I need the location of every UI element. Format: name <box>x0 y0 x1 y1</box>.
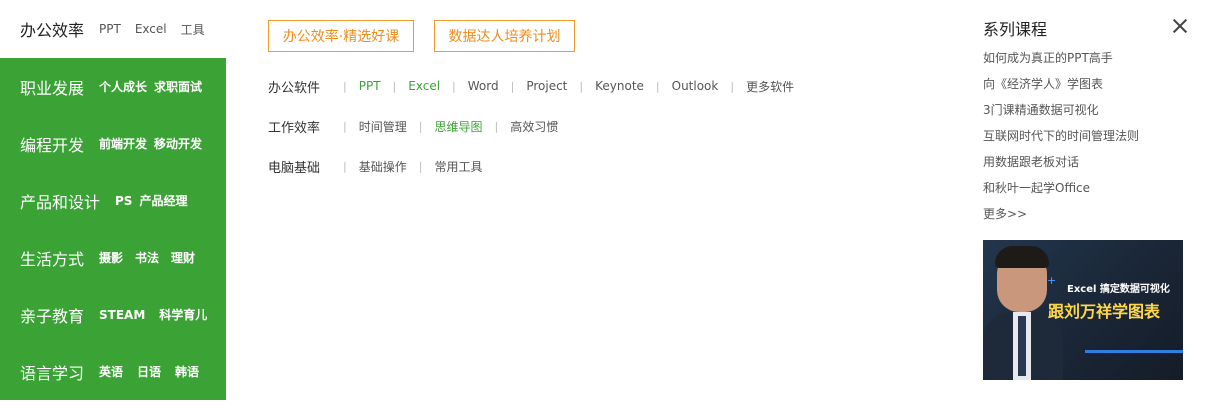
nav-sub-link[interactable]: 摄影 <box>99 249 123 266</box>
tag-button-data-plan[interactable]: 数据达人培养计划 <box>434 20 575 52</box>
row-label: 电脑基础 <box>268 160 321 176</box>
nav-sub-link[interactable]: 个人成长 <box>99 78 147 95</box>
instructor-photo <box>1018 316 1026 376</box>
nav-category-programming[interactable]: 编程开发 前端开发 移动开发 <box>0 115 226 172</box>
nav-category-active[interactable]: 办公效率 PPT Excel 工具 <box>0 0 226 58</box>
banner-caption: Excel 搞定数据可视化 <box>1067 284 1170 295</box>
separator: | <box>343 79 347 93</box>
subcategory-row: 工作效率 | 时间管理 | 思维导图 | 高效习惯 <box>268 116 570 136</box>
close-icon[interactable] <box>1170 16 1190 36</box>
separator: | <box>343 119 347 133</box>
nav-category-label: 亲子教育 <box>20 306 85 326</box>
separator: | <box>730 79 735 93</box>
link-keynote[interactable]: Keynote <box>595 79 644 93</box>
nav-sub-link[interactable]: 前端开发 <box>99 135 147 152</box>
separator: | <box>579 79 584 93</box>
link-excel[interactable]: Excel <box>408 79 440 93</box>
separator: | <box>418 159 423 173</box>
separator: | <box>392 79 397 93</box>
link-project[interactable]: Project <box>526 79 567 93</box>
nav-sub-link[interactable]: 求职面试 <box>154 78 202 95</box>
nav-sub-link[interactable]: 理财 <box>171 249 195 266</box>
course-link[interactable]: 用数据跟老板对话 <box>983 152 1139 178</box>
nav-sub-link[interactable]: Excel <box>135 22 167 36</box>
link-basic-operations[interactable]: 基础操作 <box>359 158 407 175</box>
nav-category-label: 办公效率 <box>20 21 85 40</box>
nav-category-label: 生活方式 <box>20 249 85 269</box>
nav-sub-link[interactable]: PPT <box>99 22 121 36</box>
nav-category-lifestyle[interactable]: 生活方式 摄影 书法 理财 <box>0 229 226 286</box>
nav-sub-link[interactable]: 移动开发 <box>154 135 202 152</box>
banner-stripe <box>1085 350 1183 353</box>
link-ppt[interactable]: PPT <box>359 79 381 93</box>
subcategory-row: 电脑基础 | 基础操作 | 常用工具 <box>268 156 494 176</box>
nav-sub-link[interactable]: 工具 <box>181 21 205 38</box>
instructor-photo <box>995 246 1049 268</box>
row-label: 办公软件 <box>268 80 321 96</box>
separator: | <box>343 159 347 173</box>
link-word[interactable]: Word <box>468 79 499 93</box>
nav-sub-link[interactable]: 产品经理 <box>139 192 187 209</box>
nav-category-label: 职业发展 <box>20 78 85 98</box>
link-time-management[interactable]: 时间管理 <box>359 118 407 135</box>
nav-sub-link[interactable]: 科学育儿 <box>159 306 207 323</box>
nav-sub-link[interactable]: 韩语 <box>175 363 199 380</box>
nav-category-language[interactable]: 语言学习 英语 日语 韩语 <box>0 343 226 400</box>
nav-sub-link[interactable]: 英语 <box>99 363 123 380</box>
nav-category-label: 编程开发 <box>20 135 85 155</box>
tag-button-featured[interactable]: 办公效率·精选好课 <box>268 20 414 52</box>
link-efficient-habits[interactable]: 高效习惯 <box>510 118 558 135</box>
nav-sub-link[interactable]: STEAM <box>99 308 145 322</box>
course-list: 如何成为真正的PPT高手 向《经济学人》学图表 3门课精通数据可视化 互联网时代… <box>983 48 1139 230</box>
separator: | <box>452 79 456 93</box>
link-more-software[interactable]: 更多软件 <box>746 78 794 95</box>
nav-sub-link[interactable]: 日语 <box>137 363 161 380</box>
series-title: 系列课程 <box>983 20 1048 39</box>
separator: | <box>510 79 515 93</box>
promo-banner[interactable]: + Excel 搞定数据可视化 跟刘万祥学图表 <box>983 240 1183 380</box>
separator: | <box>655 79 660 93</box>
nav-sub-link[interactable]: PS <box>115 194 132 208</box>
link-outlook[interactable]: Outlook <box>672 79 719 93</box>
row-label: 工作效率 <box>268 120 321 136</box>
subcategory-row: 办公软件 | PPT | Excel | Word | Project | Ke… <box>268 76 806 96</box>
link-mind-map[interactable]: 思维导图 <box>434 118 482 135</box>
nav-category-label: 产品和设计 <box>20 192 101 212</box>
course-link[interactable]: 如何成为真正的PPT高手 <box>983 48 1139 74</box>
nav-category-label: 语言学习 <box>20 363 85 383</box>
banner-headline: 跟刘万祥学图表 <box>1048 302 1161 321</box>
category-nav: 办公效率 PPT Excel 工具 职业发展 个人成长 求职面试 编程开发 前端… <box>0 0 226 400</box>
course-link[interactable]: 和秋叶一起学Office <box>983 178 1139 204</box>
sparkle-icon: + <box>1047 274 1057 287</box>
nav-sub-link[interactable]: 书法 <box>135 249 159 266</box>
nav-category-parenting[interactable]: 亲子教育 STEAM 科学育儿 <box>0 286 226 343</box>
more-courses-link[interactable]: 更多>> <box>983 204 1139 230</box>
course-link[interactable]: 3门课精通数据可视化 <box>983 100 1139 126</box>
nav-category-design[interactable]: 产品和设计 PS 产品经理 <box>0 172 226 229</box>
separator: | <box>418 119 423 133</box>
separator: | <box>494 119 499 133</box>
link-common-tools[interactable]: 常用工具 <box>434 158 482 175</box>
nav-category-career[interactable]: 职业发展 个人成长 求职面试 <box>0 58 226 115</box>
course-link[interactable]: 互联网时代下的时间管理法则 <box>983 126 1139 152</box>
course-link[interactable]: 向《经济学人》学图表 <box>983 74 1139 100</box>
